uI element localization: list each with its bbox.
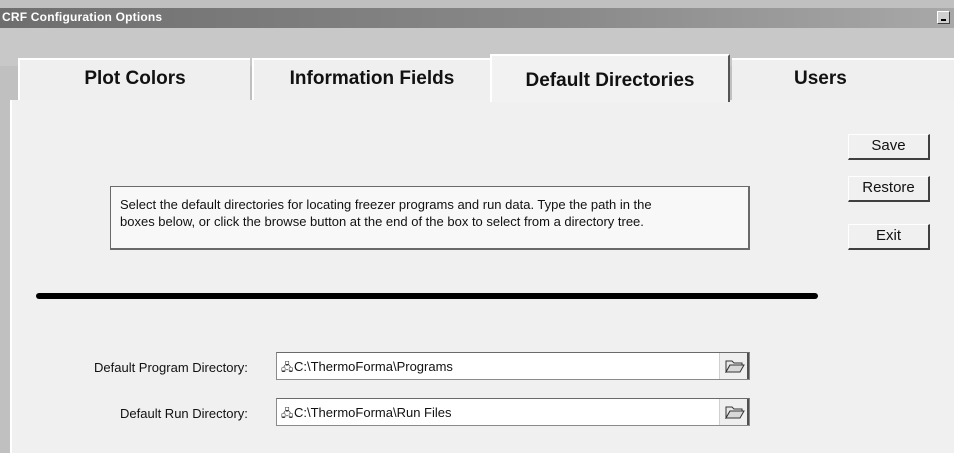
exit-button[interactable]: Exit	[848, 224, 930, 250]
window-title: CRF Configuration Options	[2, 10, 163, 24]
run-directory-label: Default Run Directory:	[120, 406, 248, 421]
directory-tree-icon: 🖧	[281, 407, 294, 420]
title-bar: CRF Configuration Options	[0, 8, 954, 28]
tab-label: Default Directories	[525, 70, 695, 91]
folder-open-icon	[725, 360, 745, 373]
tab-information-fields[interactable]: Information Fields	[252, 58, 490, 102]
run-directory-value: C:\ThermoForma\Run Files	[294, 405, 452, 420]
tab-label: Users	[794, 68, 847, 89]
browse-run-button[interactable]	[719, 399, 749, 425]
program-directory-field[interactable]: 🖧 C:\ThermoForma\Programs	[276, 352, 750, 380]
run-directory-field[interactable]: 🖧 C:\ThermoForma\Run Files	[276, 398, 750, 426]
tab-label: Information Fields	[289, 68, 455, 89]
browse-program-button[interactable]	[719, 353, 749, 379]
instructions-box: Select the default directories for locat…	[110, 186, 750, 250]
separator-line	[36, 293, 818, 299]
instructions-line-1: Select the default directories for locat…	[120, 197, 652, 212]
tab-plot-colors[interactable]: Plot Colors	[18, 58, 250, 102]
folder-open-icon	[725, 406, 745, 419]
tab-users[interactable]: Users	[732, 58, 954, 102]
config-window: CRF Configuration Options Plot Colors In…	[0, 0, 954, 453]
minimize-icon[interactable]	[937, 11, 950, 24]
directory-tree-icon: 🖧	[281, 361, 294, 374]
tab-default-directories[interactable]: Default Directories	[490, 54, 730, 102]
program-directory-value: C:\ThermoForma\Programs	[294, 359, 453, 374]
save-button[interactable]: Save	[848, 134, 930, 160]
tab-label: Plot Colors	[84, 68, 186, 89]
program-directory-label: Default Program Directory:	[94, 360, 248, 375]
instructions-line-2: boxes below, or click the browse button …	[120, 214, 644, 229]
restore-button[interactable]: Restore	[848, 176, 930, 202]
